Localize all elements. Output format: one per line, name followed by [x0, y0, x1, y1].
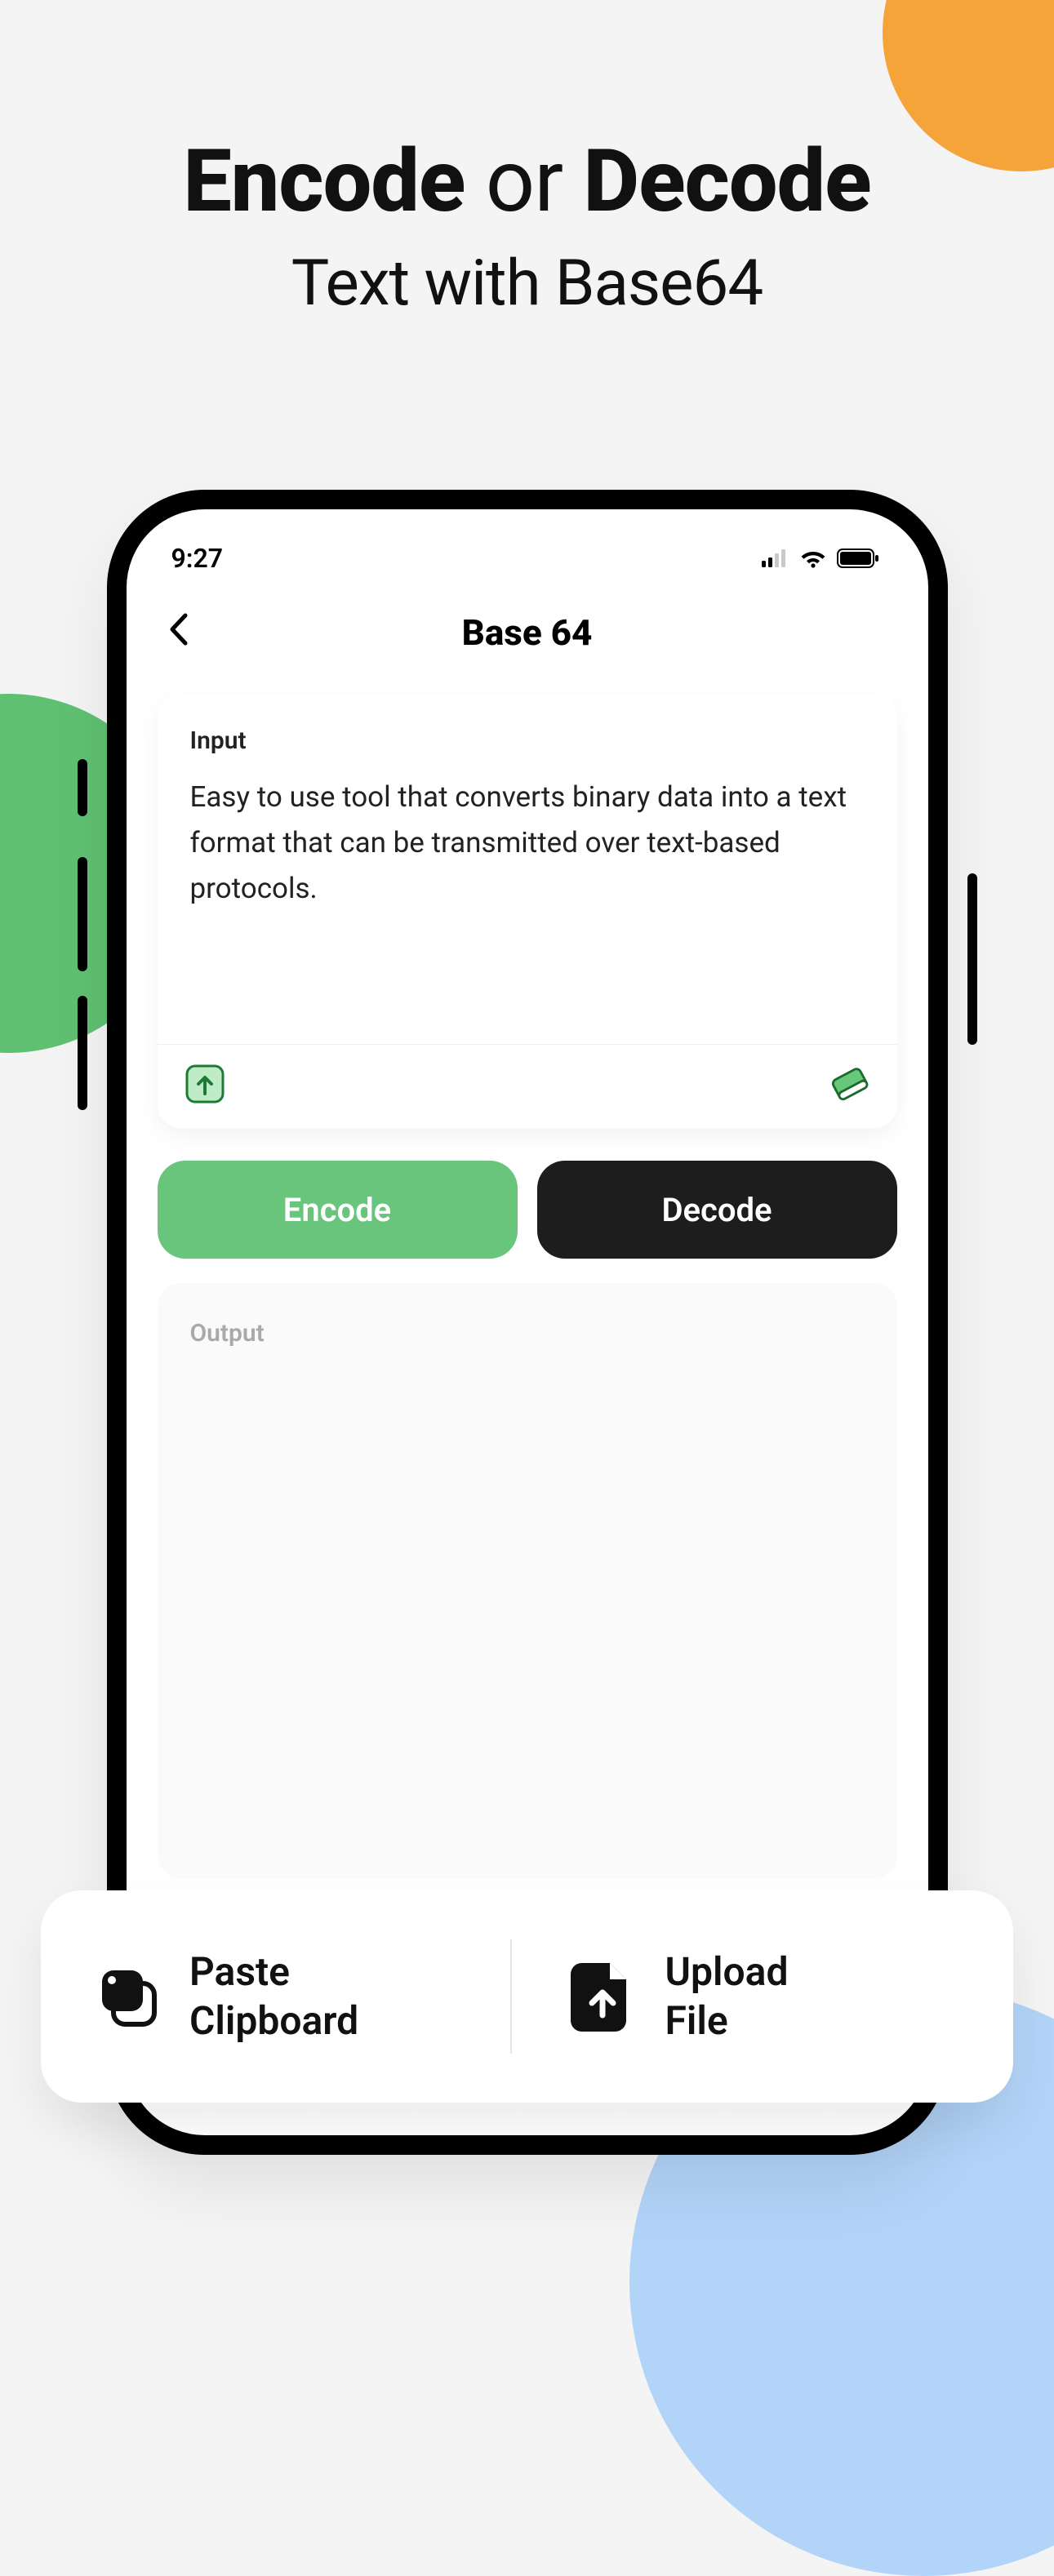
status-bar: 9:27 [127, 509, 928, 591]
hero-subtitle: Text with Base64 [0, 246, 1054, 321]
upload-file-icon [566, 1960, 639, 2033]
output-label: Output [190, 1319, 865, 1348]
input-card: Input Easy to use tool that converts bin… [158, 694, 897, 1128]
status-time: 9:27 [171, 543, 224, 574]
output-textarea[interactable] [190, 1367, 865, 1857]
cellular-icon [762, 549, 789, 567]
upload-icon-button[interactable] [182, 1061, 228, 1107]
action-button-row: Encode Decode [158, 1161, 897, 1259]
app-header: Base 64 [127, 596, 928, 669]
clipboard-icon [90, 1960, 163, 2033]
hero-heading: Encode or Decode Text with Base64 [0, 131, 1054, 321]
battery-icon [837, 549, 879, 568]
hero-encode: Encode [183, 131, 465, 232]
wifi-icon [799, 549, 827, 568]
upload-file-label: Upload File [665, 1948, 789, 2045]
phone-side-button [78, 996, 87, 1110]
output-card: Output [158, 1283, 897, 1878]
back-button[interactable] [167, 612, 189, 653]
hero-decode: Decode [583, 131, 870, 232]
erase-icon-button[interactable] [827, 1061, 873, 1107]
encode-button[interactable]: Encode [158, 1161, 518, 1259]
screen-title: Base 64 [127, 611, 928, 654]
decode-button[interactable]: Decode [537, 1161, 897, 1259]
phone-side-button [78, 857, 87, 971]
input-textarea[interactable]: Easy to use tool that converts binary da… [190, 775, 865, 1019]
hero-or: or [486, 131, 563, 232]
feature-bar: Paste Clipboard Upload File [41, 1890, 1013, 2103]
input-label: Input [190, 726, 865, 755]
phone-side-button [78, 759, 87, 816]
paste-clipboard-feature[interactable]: Paste Clipboard [90, 1948, 489, 2045]
paste-clipboard-label: Paste Clipboard [189, 1948, 358, 2045]
feature-divider [510, 1939, 512, 2054]
phone-side-button [967, 873, 977, 1045]
upload-file-feature[interactable]: Upload File [533, 1948, 965, 2045]
